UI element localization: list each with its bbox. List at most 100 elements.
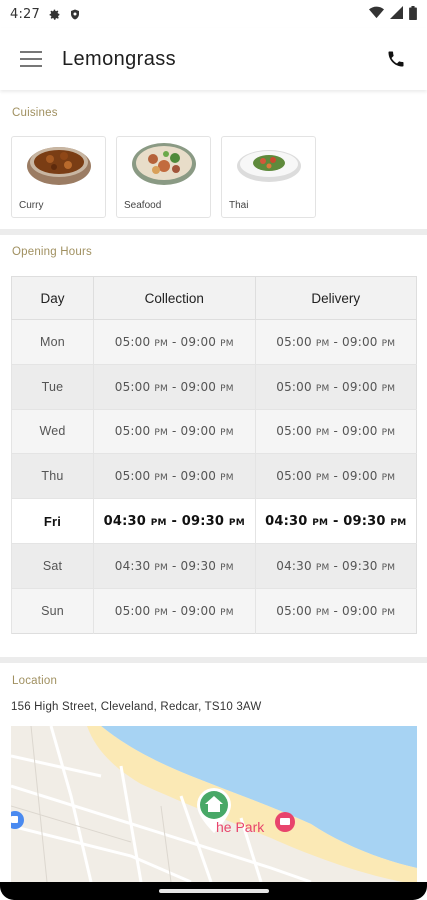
- table-row: Sun 05:00 PM - 09:00 PM 05:00 PM - 09:00 P…: [11, 587, 417, 634]
- location-map[interactable]: he Park: [11, 726, 417, 882]
- table-row: Sat 04:30 PM - 09:30 PM 04:30 PM - 09:30 P…: [11, 542, 417, 589]
- table-row: Wed 05:00 PM - 09:00 PM 05:00 PM - 09:00 P…: [11, 408, 417, 454]
- time-separator: -: [329, 424, 343, 439]
- phone-icon: [388, 51, 404, 67]
- open-time: 05:00: [276, 334, 312, 349]
- open-time: 05:00: [276, 424, 312, 439]
- close-time: 09:30: [343, 513, 386, 529]
- thai-dish-image: [237, 150, 301, 182]
- pm-suffix: PM: [381, 383, 396, 394]
- pm-suffix: PM: [315, 383, 330, 394]
- open-time: 05:00: [114, 379, 151, 394]
- pm-suffix: PM: [381, 562, 396, 573]
- time-separator: -: [329, 379, 343, 394]
- cuisine-card-thai[interactable]: Thai: [221, 136, 316, 218]
- column-header-day: Day: [11, 276, 94, 320]
- collection-hours-cell: 04:30 PM - 09:30 PM: [93, 542, 255, 589]
- location-section-label: Location: [12, 675, 58, 687]
- time-separator: -: [167, 469, 181, 484]
- menu-button[interactable]: [0, 28, 62, 90]
- delivery-hours-cell: 05:00 PM - 09:00 PM: [254, 453, 417, 499]
- call-button[interactable]: [365, 28, 427, 90]
- day-cell: Tue: [11, 363, 94, 410]
- delivery-hours-cell: 05:00 PM - 09:00 PM: [254, 363, 417, 410]
- pm-suffix: PM: [315, 338, 330, 349]
- restaurant-address: 156 High Street, Cleveland, Redcar, TS10…: [11, 701, 262, 713]
- pm-suffix: PM: [381, 607, 396, 618]
- close-time: 09:00: [342, 424, 378, 439]
- close-time: 09:00: [342, 334, 378, 349]
- opening-hours-table: Day Collection Delivery Mon 05:00 PM - 09…: [11, 276, 417, 634]
- open-time: 05:00: [276, 603, 312, 618]
- cuisines-section-label: Cuisines: [12, 107, 58, 119]
- pm-suffix: PM: [315, 607, 330, 618]
- battery-icon: [409, 5, 417, 23]
- page-title: Lemongrass: [62, 47, 177, 70]
- delivery-hours-cell: 05:00 PM - 09:00 PM: [254, 587, 417, 634]
- park-poi-marker[interactable]: [275, 812, 295, 832]
- column-header-delivery: Delivery: [254, 276, 417, 320]
- status-bar: 4:27: [0, 0, 427, 28]
- day-cell: Wed: [11, 408, 94, 454]
- day-cell: Sat: [11, 542, 94, 589]
- close-time: 09:00: [342, 603, 378, 618]
- collection-hours-cell: 05:00 PM - 09:00 PM: [93, 587, 255, 634]
- time-separator: -: [329, 469, 343, 484]
- delivery-hours-cell: 04:30 PM - 09:30 PM: [254, 542, 417, 589]
- pm-suffix: PM: [154, 562, 168, 573]
- home-gesture-handle[interactable]: [158, 889, 269, 893]
- close-time: 09:00: [180, 469, 217, 484]
- delivery-hours-cell: 04:30 PM - 09:30 PM: [254, 498, 417, 544]
- close-time: 09:00: [180, 603, 217, 618]
- close-time: 09:30: [342, 558, 378, 573]
- open-time: 04:30: [265, 513, 308, 529]
- cuisine-card-seafood[interactable]: Seafood: [116, 136, 211, 218]
- collection-hours-cell: 05:00 PM - 09:00 PM: [93, 408, 255, 454]
- open-time: 05:00: [114, 424, 151, 439]
- collection-hours-cell: 05:00 PM - 09:00 PM: [93, 319, 255, 365]
- pm-suffix: PM: [228, 517, 245, 528]
- close-time: 09:00: [342, 379, 378, 394]
- time-separator: -: [167, 424, 181, 439]
- day-cell: Mon: [11, 319, 94, 365]
- pm-suffix: PM: [154, 473, 168, 484]
- pm-suffix: PM: [220, 383, 234, 394]
- time-separator: -: [167, 603, 181, 618]
- pm-suffix: PM: [381, 428, 396, 439]
- delivery-hours-cell: 05:00 PM - 09:00 PM: [254, 408, 417, 454]
- pm-suffix: PM: [220, 562, 234, 573]
- pm-suffix: PM: [154, 607, 168, 618]
- close-time: 09:00: [180, 379, 217, 394]
- cuisine-card-curry[interactable]: Curry: [11, 136, 106, 218]
- table-row: Thu 05:00 PM - 09:00 PM 05:00 PM - 09:00 P…: [11, 453, 417, 499]
- collection-hours-cell: 04:30 PM - 09:30 PM: [93, 498, 255, 544]
- opening-hours-section-label: Opening Hours: [12, 246, 92, 258]
- app-bar: Lemongrass: [0, 28, 427, 90]
- open-time: 05:00: [114, 469, 151, 484]
- close-time: 09:00: [180, 424, 217, 439]
- delivery-hours-cell: 05:00 PM - 09:00 PM: [254, 319, 417, 365]
- status-time: 4:27: [10, 6, 40, 22]
- open-time: 05:00: [114, 603, 151, 618]
- system-navigation-bar: [0, 882, 427, 900]
- pm-suffix: PM: [154, 383, 168, 394]
- time-separator: -: [329, 558, 343, 573]
- table-row: Fri 04:30 PM - 09:30 PM 04:30 PM - 09:30 P…: [11, 498, 417, 544]
- pm-suffix: PM: [220, 428, 234, 439]
- time-separator: -: [328, 513, 344, 529]
- pm-suffix: PM: [390, 517, 407, 528]
- close-time: 09:30: [180, 558, 217, 573]
- pm-suffix: PM: [315, 473, 330, 484]
- day-cell: Fri: [11, 498, 94, 544]
- open-time: 05:00: [276, 469, 312, 484]
- pm-suffix: PM: [154, 338, 168, 349]
- time-separator: -: [167, 558, 181, 573]
- open-time: 05:00: [114, 334, 151, 349]
- collection-hours-cell: 05:00 PM - 09:00 PM: [93, 363, 255, 410]
- shield-icon: [69, 8, 81, 21]
- time-separator: -: [329, 603, 343, 618]
- open-time: 04:30: [114, 558, 151, 573]
- settings-gear-icon: [48, 8, 61, 21]
- wifi-icon: [369, 6, 384, 22]
- section-divider: [0, 657, 427, 663]
